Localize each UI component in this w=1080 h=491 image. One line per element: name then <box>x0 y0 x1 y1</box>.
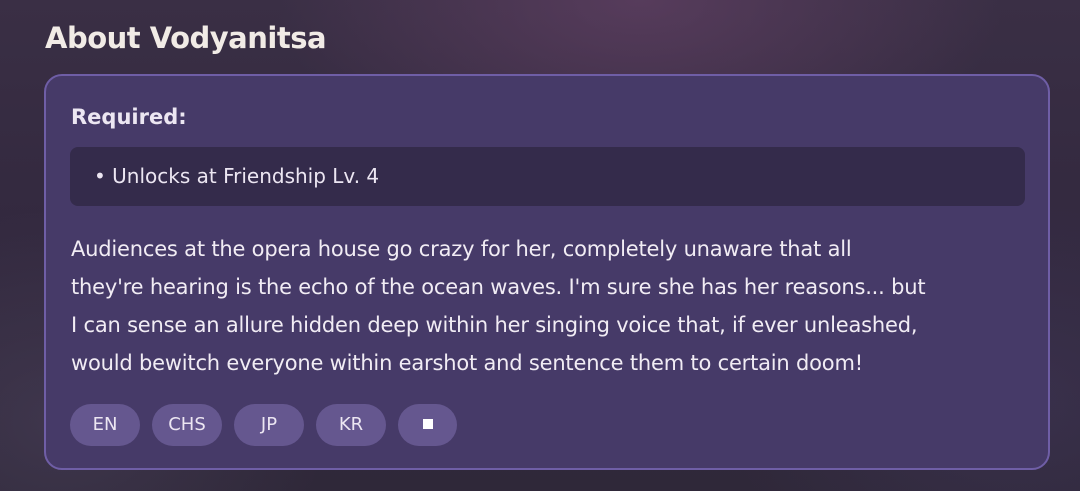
voice-en-button[interactable]: EN <box>70 404 140 446</box>
description-line: would bewitch everyone within earshot an… <box>71 351 863 375</box>
voice-chs-button[interactable]: CHS <box>152 404 222 446</box>
required-label: Required: <box>71 105 187 129</box>
requirement-box: • Unlocks at Friendship Lv. 4 <box>70 147 1025 206</box>
stop-voice-button[interactable] <box>398 404 457 446</box>
page-title: About Vodyanitsa <box>45 21 327 55</box>
description-line: Audiences at the opera house go crazy fo… <box>71 237 852 261</box>
voice-jp-button[interactable]: JP <box>234 404 304 446</box>
story-description: Audiences at the opera house go crazy fo… <box>71 230 1031 382</box>
description-line: they're hearing is the echo of the ocean… <box>71 275 926 299</box>
requirement-item: • Unlocks at Friendship Lv. 4 <box>94 164 380 188</box>
character-story-card: Required: • Unlocks at Friendship Lv. 4 … <box>44 74 1050 470</box>
description-line: I can sense an allure hidden deep within… <box>71 313 918 337</box>
voice-kr-button[interactable]: KR <box>316 404 386 446</box>
stop-icon <box>422 419 433 429</box>
